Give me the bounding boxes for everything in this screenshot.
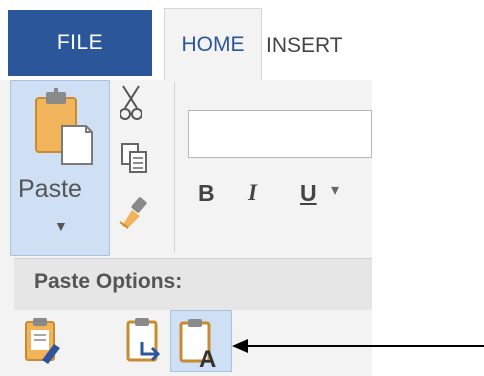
merge-formatting-icon (126, 318, 161, 362)
paste-clipboard-icon (35, 88, 93, 165)
format-painter-icon[interactable] (118, 196, 150, 230)
underline-dropdown-icon[interactable]: ▾ (331, 180, 339, 200)
paste-options-title: Paste Options: (34, 270, 183, 293)
group-divider (174, 82, 175, 252)
scissors-icon[interactable] (120, 84, 142, 124)
paste-option-merge-formatting[interactable] (124, 310, 172, 372)
bold-button[interactable]: B (198, 180, 215, 207)
tab-insert[interactable]: INSERT (266, 28, 372, 64)
svg-text:A: A (199, 346, 216, 371)
keep-source-formatting-icon (25, 318, 60, 364)
italic-button[interactable]: I (248, 180, 257, 206)
chevron-down-icon[interactable]: ▼ (54, 218, 68, 234)
tab-home[interactable]: HOME (164, 8, 262, 80)
copy-icon[interactable] (120, 142, 150, 174)
tab-file[interactable]: FILE (8, 10, 152, 76)
paste-option-keep-text-only[interactable]: A (170, 310, 232, 373)
underline-button[interactable]: U (300, 180, 317, 207)
annotation-arrow-icon (232, 339, 484, 353)
font-name-input[interactable] (188, 110, 372, 158)
paste-option-keep-source[interactable] (18, 310, 66, 372)
keep-text-only-icon: A (179, 319, 216, 373)
paste-label: Paste (18, 175, 82, 203)
